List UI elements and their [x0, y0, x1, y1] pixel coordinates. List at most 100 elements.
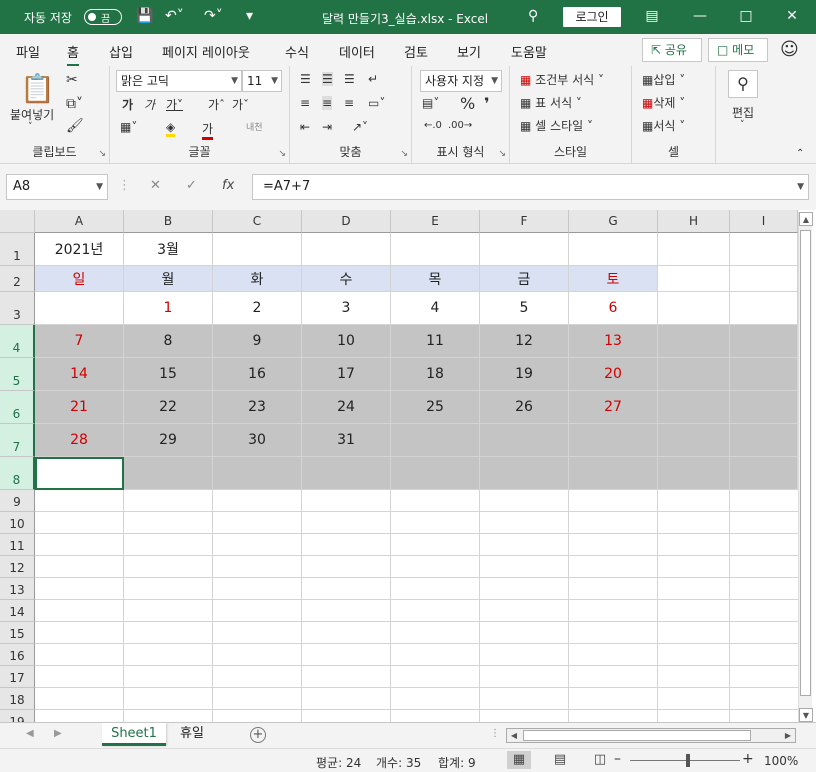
calendar-day[interactable]: 17	[302, 358, 391, 391]
paste-icon[interactable]: 📋	[20, 72, 55, 105]
horizontal-scroll-thumb[interactable]	[523, 730, 751, 741]
calendar-day[interactable]: 8	[124, 325, 213, 358]
font-name-select[interactable]: 맑은 고딕 ▼	[116, 70, 242, 92]
merge-center-icon[interactable]: ▭˅	[368, 96, 385, 110]
conditional-format-button[interactable]: ▦ 조건부 서식 ˅	[520, 71, 604, 88]
increase-font-icon[interactable]: 가ˆ	[208, 96, 225, 113]
calendar-day[interactable]	[480, 424, 569, 457]
calendar-day[interactable]: 24	[302, 391, 391, 424]
page-layout-view-icon[interactable]: ▤	[548, 751, 572, 769]
weekday-header-fri[interactable]: 금	[480, 266, 569, 292]
cell[interactable]	[730, 391, 798, 424]
column-header-e[interactable]: E	[391, 210, 480, 233]
cut-icon[interactable]: ✂	[66, 72, 78, 88]
scroll-right-icon[interactable]: ▶	[781, 729, 795, 742]
cell-b1-month[interactable]: 3월	[124, 233, 213, 266]
calendar-day[interactable]: 31	[302, 424, 391, 457]
weekday-header-mon[interactable]: 월	[124, 266, 213, 292]
weekday-header-tue[interactable]: 화	[213, 266, 302, 292]
row-header-12[interactable]: 12	[0, 556, 35, 578]
fill-color-icon[interactable]: ◈	[166, 120, 176, 137]
row-header-3[interactable]: 3	[0, 292, 35, 325]
vertical-scrollbar[interactable]: ▲ ▼	[798, 212, 813, 722]
row-header-15[interactable]: 15	[0, 622, 35, 644]
cell[interactable]	[658, 391, 730, 424]
tab-file[interactable]: 파일	[16, 42, 40, 61]
cell[interactable]	[658, 292, 730, 325]
maximize-icon[interactable]: □	[736, 6, 756, 26]
row-header-9[interactable]: 9	[0, 490, 35, 512]
cell[interactable]	[569, 457, 658, 490]
bold-icon[interactable]: 가	[122, 96, 133, 113]
font-launcher-icon[interactable]: ↘	[278, 149, 286, 159]
row-header-4[interactable]: 4	[0, 325, 35, 358]
calendar-day[interactable]: 27	[569, 391, 658, 424]
font-size-select[interactable]: 11 ▼	[242, 70, 282, 92]
calendar-day[interactable]: 3	[302, 292, 391, 325]
weekday-header-sat[interactable]: 토	[569, 266, 658, 292]
calendar-day[interactable]: 26	[480, 391, 569, 424]
calendar-day[interactable]: 1	[124, 292, 213, 325]
cell[interactable]	[730, 358, 798, 391]
tab-insert[interactable]: 삽입	[109, 42, 133, 61]
scroll-left-icon[interactable]: ◀	[507, 729, 521, 742]
cell[interactable]	[730, 325, 798, 358]
cell[interactable]	[124, 457, 213, 490]
format-as-table-button[interactable]: ▦ 표 서식 ˅	[520, 94, 582, 111]
collapse-ribbon-icon[interactable]: ⌃	[796, 148, 804, 159]
cell[interactable]	[302, 233, 391, 266]
insert-function-icon[interactable]: fx	[222, 178, 234, 193]
expand-formula-icon[interactable]: ▼	[797, 175, 804, 199]
row-header-16[interactable]: 16	[0, 644, 35, 666]
customize-qat-icon[interactable]: ▾	[246, 8, 253, 24]
borders-icon[interactable]: ▦˅	[120, 120, 137, 134]
minimize-icon[interactable]: —	[690, 6, 710, 26]
cell[interactable]	[391, 457, 480, 490]
cell[interactable]	[658, 358, 730, 391]
calendar-day[interactable]	[35, 292, 124, 325]
sheet-tab-sheet1[interactable]: Sheet1	[102, 723, 166, 746]
tab-data[interactable]: 데이터	[339, 42, 375, 61]
cell[interactable]	[658, 457, 730, 490]
calendar-day[interactable]: 14	[35, 358, 124, 391]
align-middle-icon[interactable]: ☰	[322, 72, 333, 86]
calendar-day[interactable]: 10	[302, 325, 391, 358]
column-header-d[interactable]: D	[302, 210, 391, 233]
column-header-h[interactable]: H	[658, 210, 730, 233]
calendar-day[interactable]: 18	[391, 358, 480, 391]
cell[interactable]	[658, 233, 730, 266]
editing-dropdown-icon[interactable]: ˅	[740, 120, 745, 130]
row-header-18[interactable]: 18	[0, 688, 35, 710]
weekday-header-wed[interactable]: 수	[302, 266, 391, 292]
zoom-slider-thumb[interactable]	[686, 754, 690, 767]
paste-label[interactable]: 붙여넣기	[10, 106, 54, 123]
horizontal-scrollbar[interactable]: ◀ ▶	[506, 728, 796, 743]
column-header-b[interactable]: B	[124, 210, 213, 233]
column-header-c[interactable]: C	[213, 210, 302, 233]
cell[interactable]	[730, 292, 798, 325]
column-header-f[interactable]: F	[480, 210, 569, 233]
cell[interactable]	[730, 233, 798, 266]
calendar-day[interactable]: 28	[35, 424, 124, 457]
calendar-day[interactable]: 5	[480, 292, 569, 325]
next-sheet-icon[interactable]: ▶	[54, 728, 62, 739]
calendar-day[interactable]: 19	[480, 358, 569, 391]
row-header-6[interactable]: 6	[0, 391, 35, 424]
tab-view[interactable]: 보기	[457, 42, 481, 61]
search-icon[interactable]: ⚲	[528, 8, 538, 24]
login-button[interactable]: 로그인	[563, 7, 621, 27]
search-icon[interactable]: ⚲	[728, 70, 758, 98]
weekday-header-thu[interactable]: 목	[391, 266, 480, 292]
comma-icon[interactable]: ❜	[484, 94, 490, 113]
decrease-decimal-icon[interactable]: .00→	[448, 120, 472, 131]
name-box[interactable]: A8 ▼	[6, 174, 108, 200]
alignment-launcher-icon[interactable]: ↘	[400, 149, 408, 159]
italic-icon[interactable]: 가	[144, 96, 155, 113]
vertical-scroll-thumb[interactable]	[800, 230, 811, 696]
number-launcher-icon[interactable]: ↘	[498, 149, 506, 159]
orientation-icon[interactable]: ↗˅	[352, 120, 368, 134]
format-cells-button[interactable]: ▦서식 ˅	[642, 117, 685, 134]
align-right-icon[interactable]: ≡	[344, 96, 354, 110]
page-break-view-icon[interactable]: ◫	[588, 751, 612, 769]
insert-cells-button[interactable]: ▦삽입 ˅	[642, 71, 685, 88]
